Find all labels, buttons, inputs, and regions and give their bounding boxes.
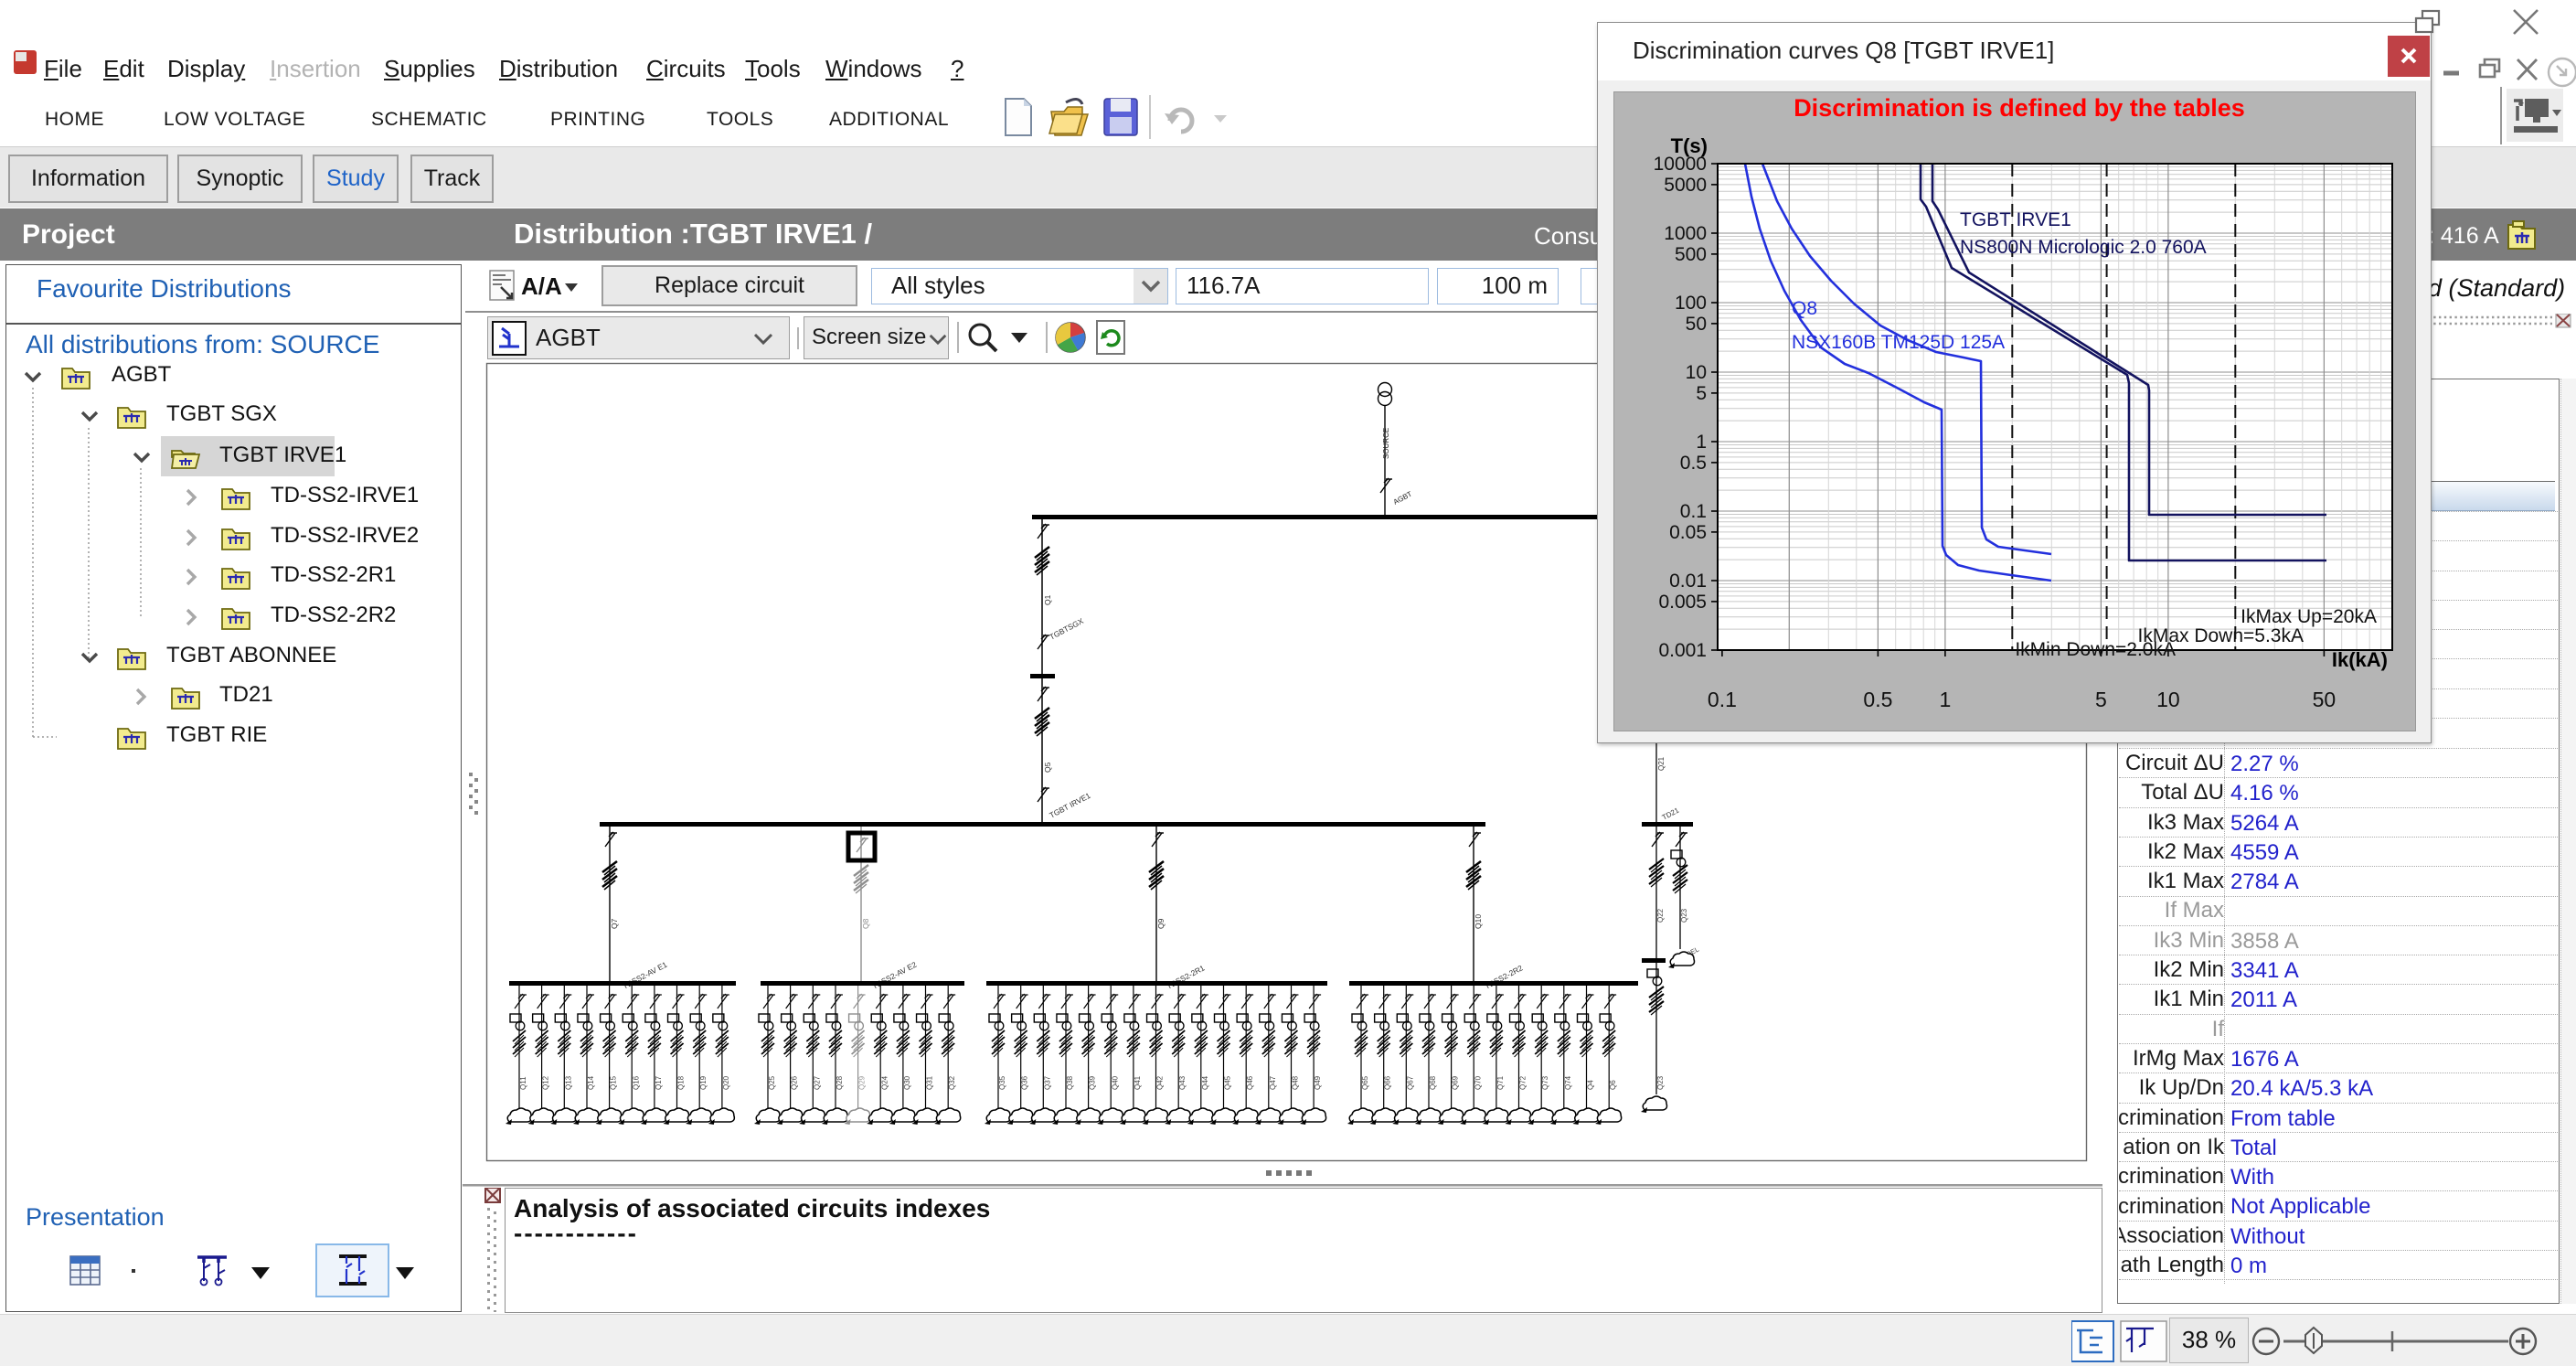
svg-text:Q23: Q23 xyxy=(1656,1075,1665,1090)
svg-text:Q73: Q73 xyxy=(1541,1075,1549,1090)
svg-text:SOURCE: SOURCE xyxy=(1382,428,1390,459)
svg-text:Q31: Q31 xyxy=(926,1075,934,1090)
svg-text:Q7: Q7 xyxy=(610,918,619,929)
svg-text:Q20: Q20 xyxy=(722,1075,730,1090)
svg-text:Q24: Q24 xyxy=(880,1075,889,1090)
svg-text:Q15: Q15 xyxy=(610,1075,618,1090)
svg-text:Q12: Q12 xyxy=(542,1075,550,1090)
svg-text:Q70: Q70 xyxy=(1474,1075,1482,1090)
svg-text:Q18: Q18 xyxy=(677,1075,686,1090)
svg-text:Q69: Q69 xyxy=(1452,1075,1460,1090)
svg-text:Q19: Q19 xyxy=(699,1075,708,1090)
svg-text:Q41: Q41 xyxy=(1134,1075,1142,1090)
svg-text:Q47: Q47 xyxy=(1269,1075,1277,1090)
svg-text:Q32: Q32 xyxy=(948,1075,956,1090)
svg-text:Q36: Q36 xyxy=(1021,1075,1029,1090)
svg-text:Q4: Q4 xyxy=(1587,1080,1595,1090)
svg-text:Q5: Q5 xyxy=(1043,762,1052,773)
svg-text:Q37: Q37 xyxy=(1043,1075,1051,1090)
svg-text:Q30: Q30 xyxy=(903,1075,911,1090)
svg-text:Q67: Q67 xyxy=(1406,1075,1414,1090)
svg-text:Q6: Q6 xyxy=(1609,1080,1617,1090)
svg-text:Q10: Q10 xyxy=(1474,914,1483,929)
svg-text:Q35: Q35 xyxy=(998,1075,1006,1090)
svg-text:Q65: Q65 xyxy=(1361,1075,1369,1090)
svg-text:Q45: Q45 xyxy=(1224,1075,1232,1090)
svg-text:Q39: Q39 xyxy=(1089,1075,1097,1090)
svg-text:Q48: Q48 xyxy=(1291,1075,1299,1090)
svg-text:Q68: Q68 xyxy=(1429,1075,1437,1090)
svg-text:Q74: Q74 xyxy=(1564,1075,1572,1090)
svg-text:Q27: Q27 xyxy=(813,1075,821,1090)
svg-text:Q46: Q46 xyxy=(1246,1075,1254,1090)
svg-text:Q72: Q72 xyxy=(1519,1075,1528,1090)
svg-text:Q17: Q17 xyxy=(655,1075,663,1090)
svg-text:Q26: Q26 xyxy=(791,1075,799,1090)
svg-text:Q9: Q9 xyxy=(1156,918,1166,929)
svg-text:Q49: Q49 xyxy=(1314,1075,1322,1090)
svg-text:Q42: Q42 xyxy=(1156,1075,1165,1090)
svg-text:Q13: Q13 xyxy=(564,1075,572,1090)
svg-text:Q8: Q8 xyxy=(861,918,870,929)
svg-text:Q44: Q44 xyxy=(1201,1075,1209,1090)
svg-text:Q25: Q25 xyxy=(768,1075,776,1090)
svg-text:Q66: Q66 xyxy=(1384,1075,1392,1090)
svg-text:Q28: Q28 xyxy=(836,1075,844,1090)
svg-text:Q22: Q22 xyxy=(1656,908,1665,923)
svg-text:Q14: Q14 xyxy=(587,1075,595,1090)
svg-text:Q21: Q21 xyxy=(1657,756,1666,771)
svg-text:Q40: Q40 xyxy=(1111,1075,1119,1090)
svg-text:Q29: Q29 xyxy=(858,1075,867,1090)
svg-text:Q38: Q38 xyxy=(1066,1075,1074,1090)
svg-text:Q71: Q71 xyxy=(1496,1075,1505,1090)
svg-text:Q11: Q11 xyxy=(519,1076,527,1090)
svg-text:Q1: Q1 xyxy=(1043,594,1052,605)
svg-text:Q23: Q23 xyxy=(1680,908,1688,923)
svg-text:Q43: Q43 xyxy=(1178,1075,1187,1090)
svg-text:Q16: Q16 xyxy=(632,1075,640,1090)
